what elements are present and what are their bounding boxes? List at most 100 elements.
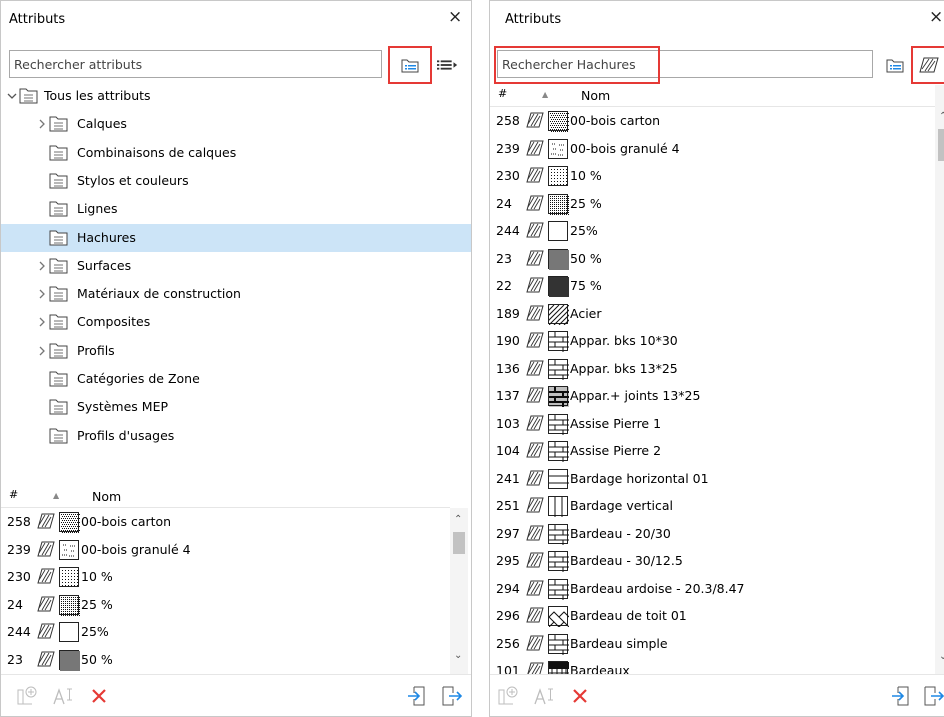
fill-type-icon [37,596,55,612]
table-row[interactable]: 244 25% [1,618,450,646]
tree-item[interactable]: Hachures [1,223,471,252]
table-row[interactable]: 23 50 % [490,245,935,273]
fill-type-icon [37,623,55,639]
table-row[interactable]: 22 75 % [490,272,935,300]
import-icon[interactable] [406,685,430,707]
chevron-right-icon[interactable] [36,288,48,300]
building-materials-folder-icon [49,285,68,302]
tree-item[interactable]: Profils [1,337,471,365]
column-header-name[interactable]: Nom [92,489,121,504]
tree-item[interactable]: Catégories de Zone [1,365,471,393]
close-button[interactable]: × [929,7,943,27]
attribute-name: 25% [81,624,109,639]
sort-ascending-icon[interactable]: ▲ [542,90,548,99]
scroll-down-icon[interactable]: ⌄ [939,651,944,662]
table-row[interactable]: 244 25% [490,217,935,245]
column-header-number[interactable]: # [9,488,18,501]
table-row[interactable]: 239 00-bois granulé 4 [490,135,935,163]
tree-item[interactable]: Matériaux de construction [1,280,471,308]
scrollbar[interactable]: ⌃ ⌄ [450,508,468,674]
tree-item[interactable]: Stylos et couleurs [1,167,471,195]
tree-item[interactable]: Composites [1,308,471,336]
table-row[interactable]: 190 Appar. bks 10*30 [490,327,935,355]
rename-icon[interactable] [51,685,75,707]
folder-view-toggle-icon[interactable] [884,55,906,75]
table-row[interactable]: 258 00-bois carton [490,107,935,135]
column-header-number[interactable]: # [498,87,507,100]
attribute-index: 239 [7,541,31,557]
scroll-down-icon[interactable]: ⌄ [454,650,462,661]
table-row[interactable]: 23 50 % [1,646,450,674]
table-row[interactable]: 294 Bardeau ardoise - 20.3/8.47 [490,575,935,603]
tree-item[interactable]: Combinaisons de calques [1,139,471,167]
table-row[interactable]: 239 00-bois granulé 4 [1,536,450,564]
tree-item[interactable]: Calques [1,110,471,138]
table-row[interactable]: 251 Bardage vertical [490,492,935,520]
attribute-name: 25 % [570,195,602,211]
search-input[interactable] [10,51,381,77]
profiles-folder-icon [49,342,68,359]
scrollbar[interactable]: ⌃ ⌄ [935,85,944,675]
search-field[interactable] [9,50,382,78]
attribute-name: Bardeau - 20/30 [570,525,671,541]
rename-icon[interactable] [532,685,556,707]
table-row[interactable]: 256 Bardeau simple [490,630,935,658]
table-row[interactable]: 258 00-bois carton [1,508,450,536]
chevron-right-icon[interactable] [36,118,48,130]
export-icon[interactable] [440,685,464,707]
attribute-name: 00-bois carton [81,514,172,529]
tree-item[interactable]: Profils d'usages [1,422,471,450]
tree-item[interactable]: Lignes [1,195,471,223]
tree-item[interactable]: Systèmes MEP [1,393,471,421]
new-attribute-icon[interactable] [15,685,39,707]
table-row[interactable]: 104 Assise Pierre 2 [490,437,935,465]
new-attribute-icon[interactable] [496,685,520,707]
table-row[interactable]: 296 Bardeau de toit 01 [490,602,935,630]
sort-ascending-icon[interactable]: ▲ [53,491,59,500]
table-row[interactable]: 24 25 % [1,591,450,619]
fill-pattern-preview-icon [548,248,569,270]
fill-pattern-preview-icon [548,386,569,407]
table-row[interactable]: 295 Bardeau - 30/12.5 [490,547,935,575]
column-header-name[interactable]: Nom [581,88,610,103]
chevron-right-icon[interactable] [36,260,48,272]
chevron-right-icon[interactable] [36,316,48,328]
scrollbar-thumb[interactable] [938,129,944,161]
table-row[interactable]: 24 25 % [490,190,935,218]
list-header: # ▲ Nom [490,85,935,107]
fill-pattern-preview-icon [548,358,569,380]
table-row[interactable]: 230 10 % [1,563,450,591]
table-row[interactable]: 230 10 % [490,162,935,190]
tree-item[interactable]: Tous les attributs [1,82,471,110]
scroll-up-icon[interactable]: ⌃ [939,111,944,122]
chevron-down-icon[interactable] [6,90,18,102]
list-view-menu-icon[interactable] [437,55,459,75]
attribute-name: 50 % [81,651,113,667]
scroll-up-icon[interactable]: ⌃ [454,514,462,525]
table-row[interactable]: 136 Appar. bks 13*25 [490,355,935,383]
attribute-index: 256 [496,635,520,651]
tree-item-label: Composites [77,314,151,330]
table-row[interactable]: 189 Acier [490,300,935,328]
chevron-right-icon[interactable] [36,345,48,357]
delete-icon[interactable] [568,685,592,707]
tree-item-label: Profils d'usages [77,427,175,443]
delete-icon[interactable] [87,685,111,707]
fill-pattern-preview-icon [548,496,568,517]
close-button[interactable]: × [448,7,462,27]
attribute-name: Assise Pierre 1 [570,415,662,431]
folder-view-toggle-icon[interactable] [399,55,421,75]
fill-type-filter-icon[interactable] [918,55,940,75]
tree-item-label: Matériaux de construction [77,286,241,302]
attribute-name: 50 % [570,250,602,266]
table-row[interactable]: 103 Assise Pierre 1 [490,410,935,438]
tree-item-label: Combinaisons de calques [77,144,237,160]
table-row[interactable]: 137 Appar.+ joints 13*25 [490,382,935,410]
table-row[interactable]: 297 Bardeau - 20/30 [490,520,935,548]
import-icon[interactable] [890,685,914,707]
attribute-index: 239 [496,140,520,156]
export-icon[interactable] [922,685,944,707]
table-row[interactable]: 241 Bardage horizontal 01 [490,465,935,493]
tree-item[interactable]: Surfaces [1,252,471,280]
scrollbar-thumb[interactable] [453,532,465,554]
